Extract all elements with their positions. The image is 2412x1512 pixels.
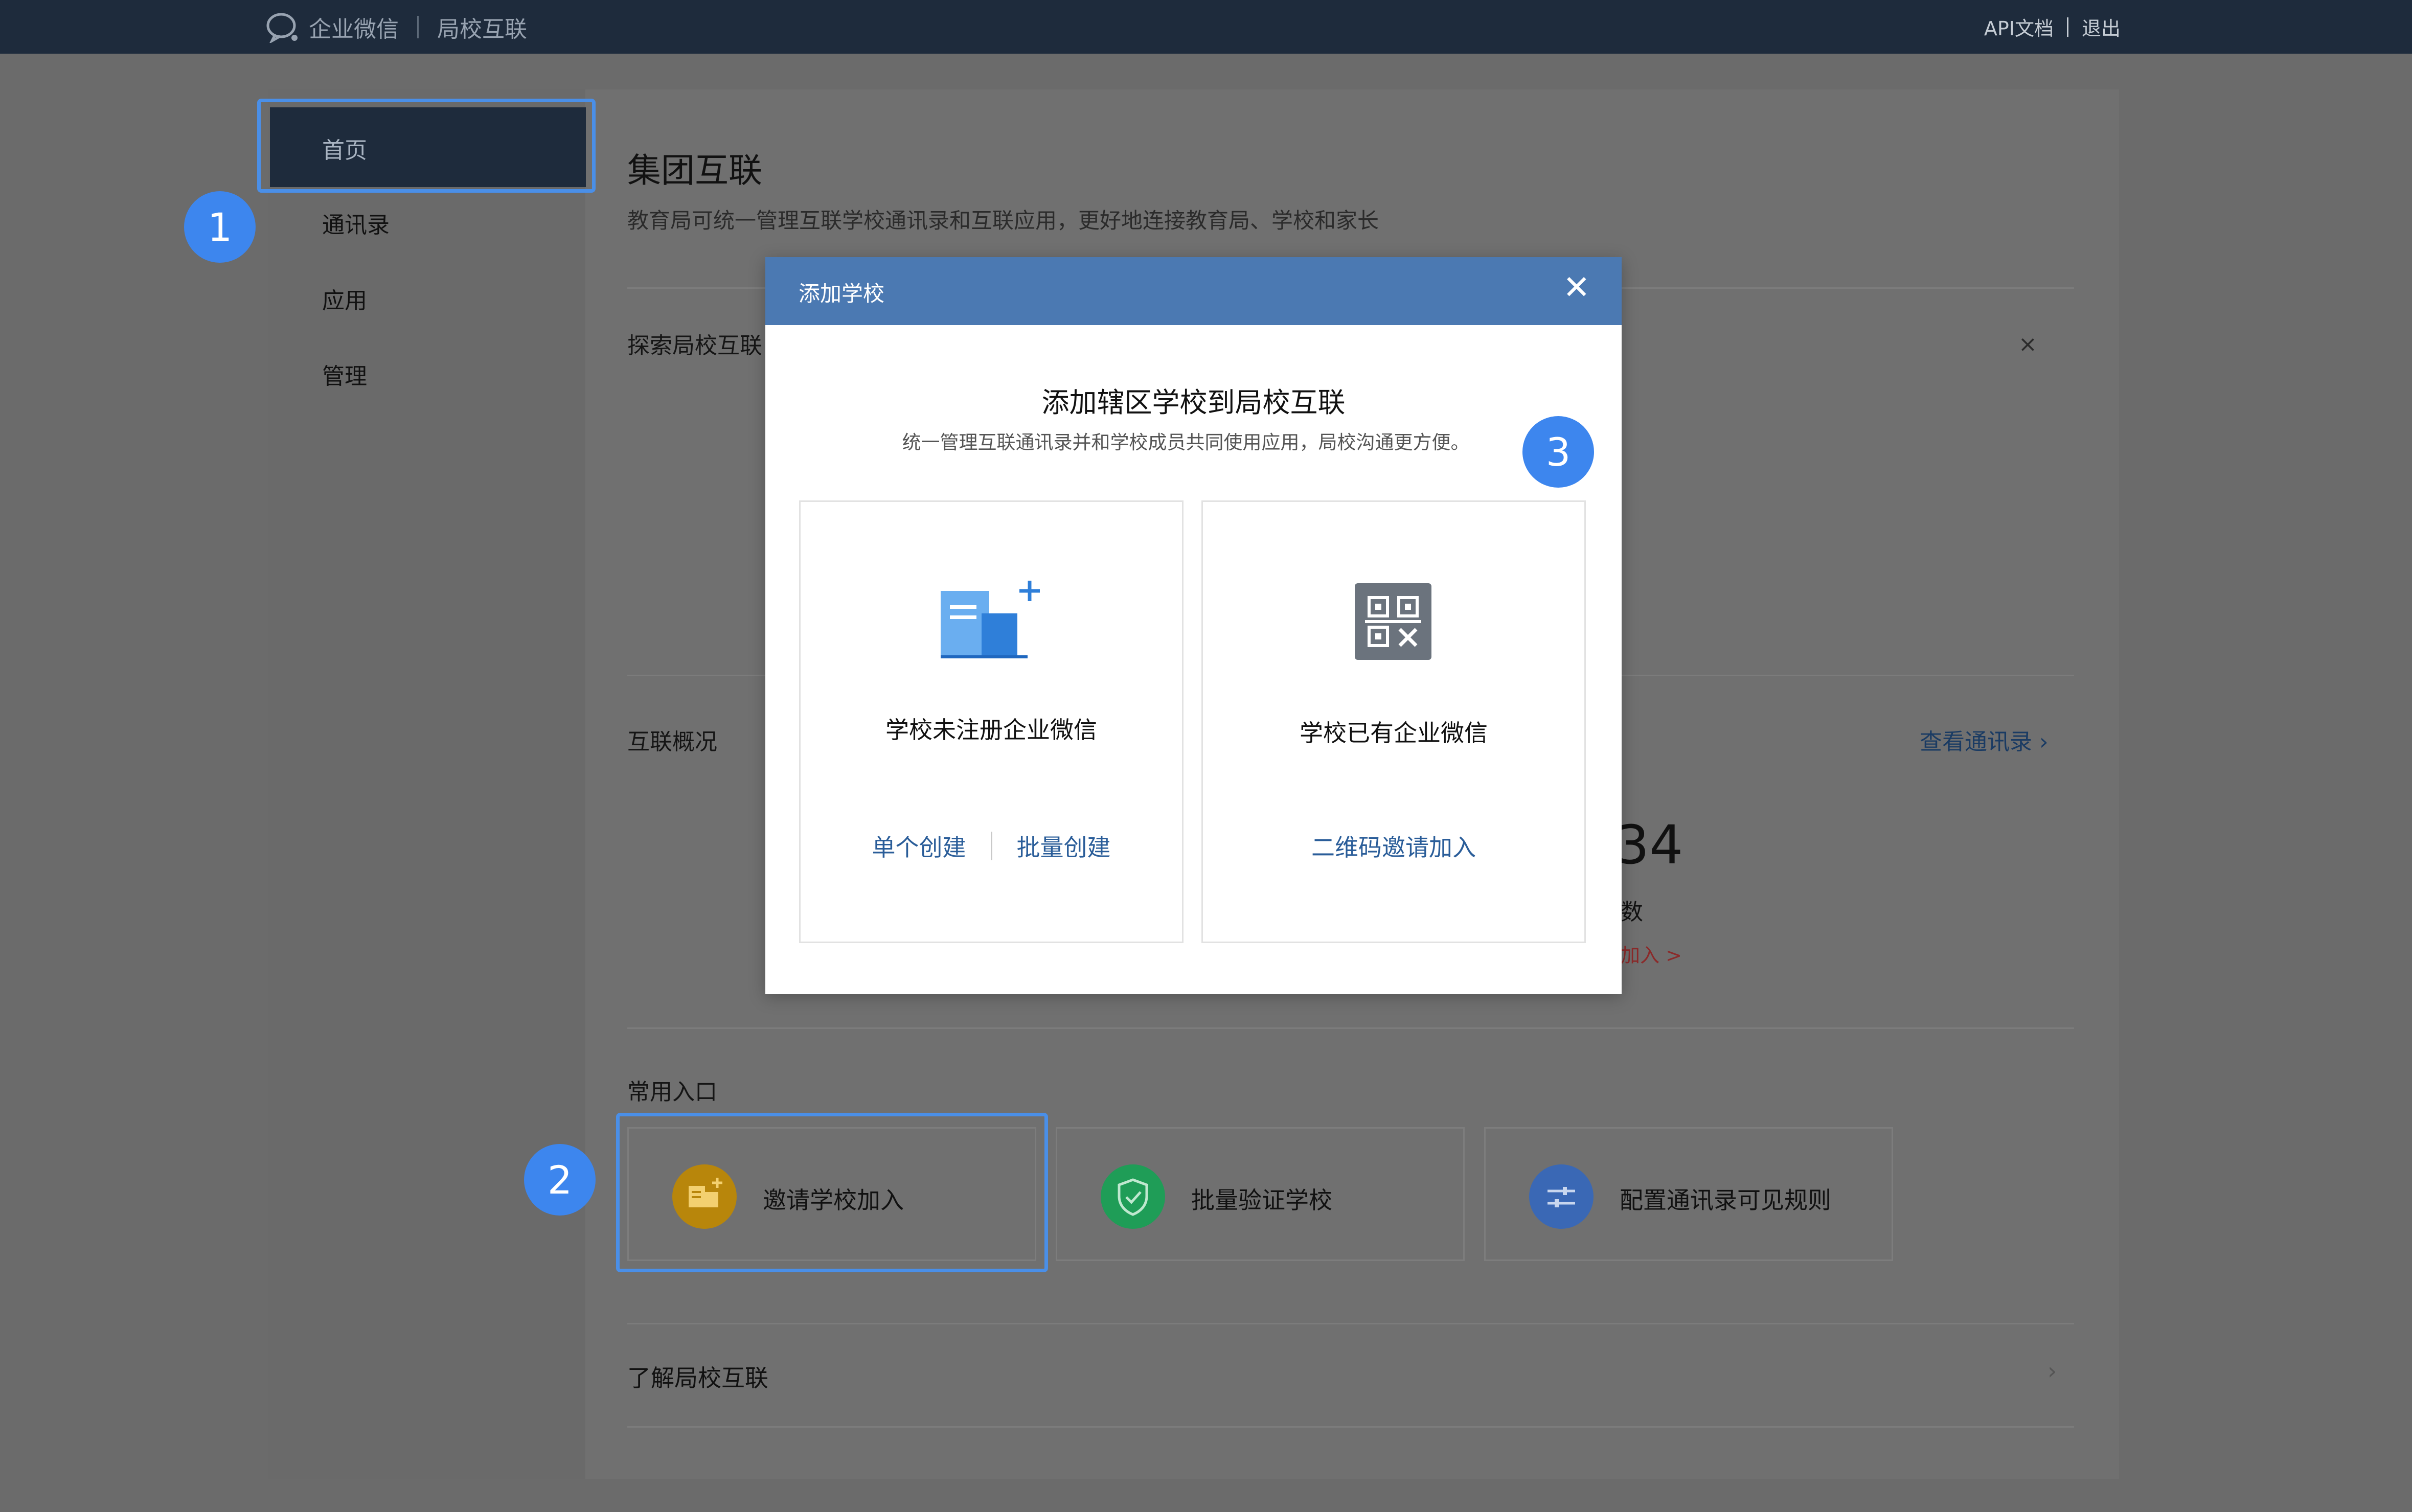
- modal-subheading: 统一管理互联通讯录并和学校成员共同使用应用，局校沟通更方便。: [902, 431, 1470, 453]
- brand[interactable]: 企业微信 局校互联: [266, 0, 527, 54]
- registered-school-card: 学校已有企业微信 二维码邀请加入: [1201, 500, 1586, 943]
- overview-join-link[interactable]: 加入 >: [1621, 940, 1682, 968]
- links-divider: [990, 832, 992, 860]
- entry-label: 批量验证学校: [1191, 1186, 1332, 1214]
- qr-code-icon: [1355, 583, 1431, 660]
- top-bar: 企业微信 局校互联 API文档 退出: [0, 0, 2412, 54]
- card-title: 学校已有企业微信: [1300, 719, 1488, 747]
- modal-header: 添加学校 ✕: [765, 257, 1622, 325]
- callout-highlight-home: [257, 99, 596, 193]
- card-title: 学校未注册企业微信: [885, 716, 1097, 744]
- overview-unit: 数: [1621, 899, 1643, 925]
- logout-link[interactable]: 退出: [2082, 13, 2121, 41]
- unregistered-school-card: 学校未注册企业微信 单个创建 批量创建: [799, 500, 1184, 943]
- callout-badge-3: 3: [1522, 416, 1594, 488]
- overview-section-label: 互联概况: [627, 729, 717, 755]
- create-batch-link[interactable]: 批量创建: [1017, 829, 1111, 863]
- overview-number: 34: [1615, 814, 1683, 876]
- divider: [627, 1323, 2074, 1324]
- create-single-link[interactable]: 单个创建: [872, 829, 966, 863]
- contacts-rules-entry[interactable]: 配置通讯录可见规则: [1484, 1127, 1893, 1261]
- api-docs-link[interactable]: API文档: [1984, 13, 2054, 41]
- close-icon[interactable]: ×: [2018, 331, 2037, 357]
- add-building-icon: [941, 581, 1040, 658]
- view-contacts-link[interactable]: 查看通讯录 ›: [1920, 723, 2049, 756]
- learn-more-link[interactable]: 了解局校互联: [627, 1360, 768, 1393]
- explore-section-label: 探索局校互联: [627, 333, 762, 359]
- divider: [627, 1027, 2074, 1029]
- sliders-icon: [1529, 1164, 1594, 1229]
- qr-invite-link[interactable]: 二维码邀请加入: [1203, 829, 1584, 863]
- callout-badge-1: 1: [184, 191, 256, 263]
- top-links: API文档 退出: [1984, 0, 2121, 54]
- sidebar-item-manage[interactable]: 管理: [322, 358, 367, 391]
- callout-highlight-invite: [616, 1113, 1048, 1272]
- divider: [627, 1426, 2074, 1428]
- batch-verify-entry[interactable]: 批量验证学校: [1056, 1127, 1465, 1261]
- entry-label: 配置通讯录可见规则: [1620, 1186, 1831, 1214]
- add-school-modal: 添加学校 ✕ 添加辖区学校到局校互联 统一管理互联通讯录并和学校成员共同使用应用…: [765, 257, 1622, 994]
- callout-badge-2: 2: [524, 1144, 596, 1216]
- brand-name: 企业微信: [309, 16, 399, 42]
- wework-logo-icon: [266, 13, 298, 43]
- page-subtitle: 教育局可统一管理互联学校通讯录和互联应用，更好地连接教育局、学校和家长: [627, 208, 1379, 233]
- product-name: 局校互联: [437, 16, 527, 42]
- brand-divider: [417, 15, 419, 38]
- chevron-right-icon[interactable]: ›: [2047, 1357, 2057, 1385]
- entries-section-label: 常用入口: [627, 1079, 717, 1105]
- sidebar-item-contacts[interactable]: 通讯录: [322, 207, 390, 239]
- sidebar: [268, 89, 585, 1479]
- modal-close-icon[interactable]: ✕: [1563, 271, 1590, 304]
- modal-title: 添加学校: [799, 281, 885, 306]
- modal-heading: 添加辖区学校到局校互联: [1041, 386, 1346, 419]
- shield-check-icon: [1101, 1164, 1165, 1229]
- sidebar-item-apps[interactable]: 应用: [322, 282, 367, 315]
- card-links: 单个创建 批量创建: [801, 829, 1182, 863]
- page-title: 集团互联: [627, 151, 762, 190]
- top-links-divider: [2066, 17, 2068, 37]
